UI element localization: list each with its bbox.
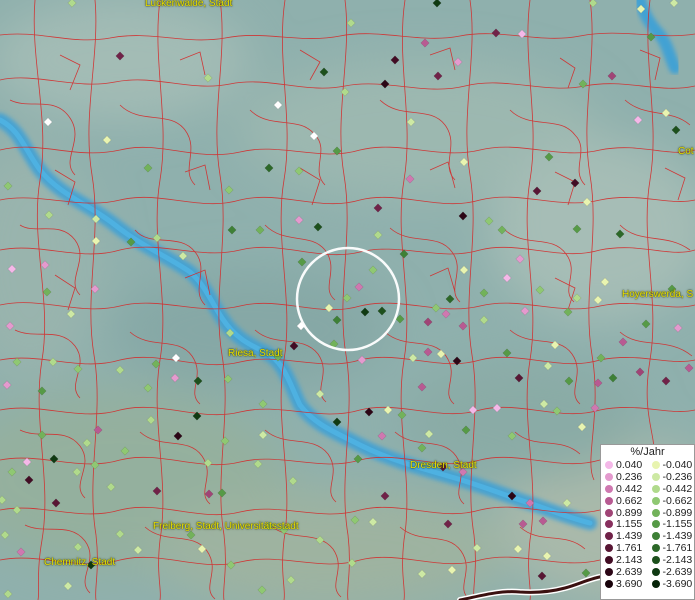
city-label-cottbus: Cot <box>678 146 694 157</box>
legend-entry-increase: 3.690 <box>601 578 648 590</box>
legend-value-increase: 2.143 <box>616 554 643 567</box>
legend-entry-increase: 1.155 <box>601 518 648 530</box>
legend-swatch-decrease <box>651 496 660 505</box>
legend-entry-increase: 2.639 <box>601 566 648 578</box>
legend-entry-increase: 0.442 <box>601 483 648 495</box>
legend-entry-decrease: -3.690 <box>648 578 695 590</box>
legend-entry-decrease: -0.662 <box>648 495 695 507</box>
map-canvas[interactable] <box>0 0 695 600</box>
legend-value-increase: 0.442 <box>616 482 643 495</box>
legend-value-decrease: -0.236 <box>662 470 693 483</box>
legend-entry-decrease: -1.439 <box>648 530 695 542</box>
legend-value-decrease: -3.690 <box>662 577 693 590</box>
legend-value-increase: 0.662 <box>616 494 643 507</box>
legend-row: 0.236 -0.236 <box>601 471 694 483</box>
city-label-riesa: Riesa, Stadt <box>228 348 283 359</box>
legend-value-decrease: -0.040 <box>662 458 693 471</box>
legend-title: %/Jahr <box>630 446 665 458</box>
legend-swatch-decrease <box>651 567 660 576</box>
legend-swatch-increase <box>605 567 613 576</box>
legend-swatch-increase <box>605 472 613 481</box>
legend-entry-increase: 2.143 <box>601 554 648 566</box>
legend-row: 0.899 -0.899 <box>601 507 694 519</box>
legend-value-decrease: -1.155 <box>662 518 693 531</box>
legend-value-increase: 1.155 <box>616 518 643 531</box>
legend-swatch-decrease <box>651 556 660 565</box>
legend-value-increase: 0.040 <box>616 458 643 471</box>
legend-swatch-decrease <box>651 508 660 517</box>
legend-swatch-decrease <box>651 460 660 469</box>
legend-value-decrease: -0.662 <box>662 494 693 507</box>
legend-value-increase: 3.690 <box>616 577 643 590</box>
legend-swatch-decrease <box>651 544 660 553</box>
legend-entry-increase: 1.761 <box>601 542 648 554</box>
legend-value-increase: 2.639 <box>616 565 643 578</box>
legend-entry-increase: 0.040 <box>601 459 648 471</box>
legend-swatch-increase <box>605 532 613 541</box>
city-label-chemnitz: Chemnitz, Stadt <box>44 557 116 568</box>
legend-swatch-increase <box>605 579 613 588</box>
legend-row: 0.442 -0.442 <box>601 483 694 495</box>
legend-value-increase: 0.236 <box>616 470 643 483</box>
legend-entry-decrease: -0.040 <box>648 459 695 471</box>
legend-swatch-decrease <box>651 579 660 588</box>
legend-entry-decrease: -0.899 <box>648 507 695 519</box>
city-label-luckenwalde: Luckenwalde, Stadt <box>145 0 233 9</box>
legend-entry-increase: 0.236 <box>601 471 648 483</box>
legend-row: 1.761 -1.761 <box>601 542 694 554</box>
legend: %/Jahr 0.040 -0.040 0.236 -0.236 0.442 -0.442… <box>600 444 695 600</box>
legend-row: 1.155 -1.155 <box>601 518 694 530</box>
legend-entry-decrease: -1.761 <box>648 542 695 554</box>
city-label-hoyerswerda: Hoyerswerda, S <box>622 289 694 300</box>
legend-swatch-decrease <box>651 472 660 481</box>
city-label-freiberg: Freiberg, Stadt, Universitätsstadt <box>153 521 299 532</box>
legend-value-decrease: -0.899 <box>662 506 693 519</box>
legend-swatch-increase <box>605 460 613 469</box>
legend-value-decrease: -0.442 <box>662 482 693 495</box>
legend-entry-decrease: -0.236 <box>648 471 695 483</box>
legend-entry-increase: 0.899 <box>601 507 648 519</box>
legend-row: 3.690 -3.690 <box>601 578 694 590</box>
legend-row: 2.143 -2.143 <box>601 554 694 566</box>
legend-value-increase: 1.761 <box>616 542 643 555</box>
legend-swatch-increase <box>605 556 613 565</box>
legend-swatch-decrease <box>651 532 660 541</box>
legend-row: 1.439 -1.439 <box>601 530 694 542</box>
legend-value-increase: 0.899 <box>616 506 643 519</box>
legend-swatch-increase <box>605 484 613 493</box>
legend-swatch-increase <box>605 508 613 517</box>
legend-entry-increase: 0.662 <box>601 495 648 507</box>
legend-swatch-decrease <box>651 484 660 493</box>
legend-row: 2.639 -2.639 <box>601 566 694 578</box>
legend-entry-decrease: -0.442 <box>648 483 695 495</box>
legend-value-decrease: -2.143 <box>662 554 693 567</box>
legend-entry-decrease: -2.143 <box>648 554 695 566</box>
legend-value-decrease: -2.639 <box>662 565 693 578</box>
legend-entry-increase: 1.439 <box>601 530 648 542</box>
city-label-dresden: Dresden, Stadt <box>410 460 477 471</box>
legend-swatch-increase <box>605 520 613 529</box>
legend-value-increase: 1.439 <box>616 530 643 543</box>
legend-row: 0.040 -0.040 <box>601 459 694 471</box>
legend-swatch-increase <box>605 544 613 553</box>
legend-entry-decrease: -1.155 <box>648 518 695 530</box>
legend-row: 0.662 -0.662 <box>601 495 694 507</box>
legend-entry-decrease: -2.639 <box>648 566 695 578</box>
legend-value-decrease: -1.439 <box>662 530 693 543</box>
legend-swatch-decrease <box>651 520 660 529</box>
legend-swatch-increase <box>605 496 613 505</box>
legend-value-decrease: -1.761 <box>662 542 693 555</box>
